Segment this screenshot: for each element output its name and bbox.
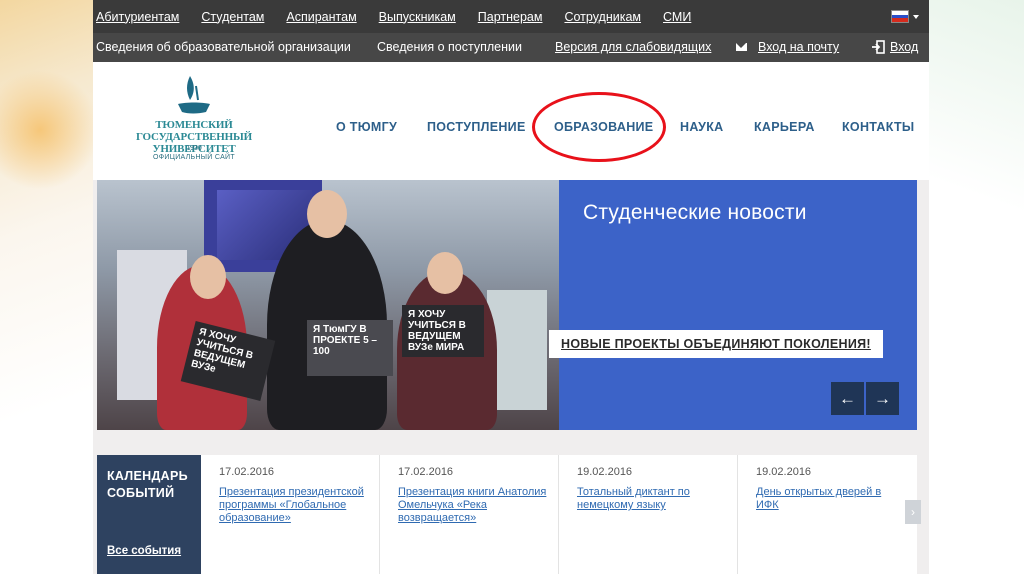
mail-login-link[interactable]: Вход на почту bbox=[758, 40, 839, 54]
news-headline-link[interactable]: НОВЫЕ ПРОЕКТЫ ОБЪЕДИНЯЮТ ПОКОЛЕНИЯ! bbox=[549, 330, 883, 358]
background-left bbox=[0, 0, 100, 574]
event-card: 19.02.2016 Тотальный диктант по немецком… bbox=[560, 455, 738, 574]
logo-subtitle: ОФИЦИАЛЬНЫЙ САЙТ bbox=[153, 154, 235, 161]
news-banner: Я ХОЧУ УЧИТЬСЯ В ВЕДУЩЕМ ВУЗе Я ТюмГУ В … bbox=[97, 180, 917, 430]
visually-impaired-link[interactable]: Версия для слабовидящих bbox=[555, 40, 711, 54]
background-right bbox=[929, 0, 1024, 574]
menu-partners[interactable]: Партнерам bbox=[478, 10, 543, 24]
event-link[interactable]: Презентация книги Анатолия Омельчука «Ре… bbox=[398, 486, 548, 525]
main-nav: О ТЮМГУ ПОСТУПЛЕНИЕ ОБРАЗОВАНИЕ НАУКА КА… bbox=[93, 120, 929, 140]
highlight-circle bbox=[532, 92, 666, 162]
events-calendar: КАЛЕНДАРЬ СОБЫТИЙ Все события bbox=[97, 455, 201, 574]
news-section-title: Студенческие новости bbox=[583, 201, 807, 224]
menu-graduates[interactable]: Выпускникам bbox=[379, 10, 456, 24]
event-date: 19.02.2016 bbox=[577, 466, 633, 478]
menu-students[interactable]: Студентам bbox=[201, 10, 264, 24]
photo-sign: Я ТюмГУ В ПРОЕКТЕ 5 – 100 bbox=[307, 320, 393, 376]
nav-admission[interactable]: ПОСТУПЛЕНИЕ bbox=[427, 120, 526, 134]
audience-menu: Абитуриентам Студентам Аспирантам Выпуск… bbox=[93, 0, 929, 33]
all-events-link[interactable]: Все события bbox=[107, 545, 181, 557]
nav-about[interactable]: О ТЮМГУ bbox=[336, 120, 397, 134]
info-bar: Сведения об образовательной организации … bbox=[93, 33, 929, 62]
event-date: 19.02.2016 bbox=[756, 466, 812, 478]
event-link[interactable]: Презентация президентской программы «Гло… bbox=[219, 486, 369, 525]
event-card: 17.02.2016 Презентация президентской про… bbox=[202, 455, 380, 574]
menu-media[interactable]: СМИ bbox=[663, 10, 691, 24]
menu-postgraduates[interactable]: Аспирантам bbox=[286, 10, 356, 24]
menu-applicants[interactable]: Абитуриентам bbox=[96, 10, 179, 24]
russian-flag-icon bbox=[891, 10, 909, 23]
slider-prev-button[interactable]: ← bbox=[831, 382, 864, 415]
event-date: 17.02.2016 bbox=[219, 466, 275, 478]
nav-contacts[interactable]: КОНТАКТЫ bbox=[842, 120, 914, 134]
mail-icon bbox=[736, 43, 747, 51]
logo-year: 1930 bbox=[186, 145, 202, 152]
ship-emblem-icon bbox=[178, 76, 210, 114]
events-next-button[interactable]: › bbox=[905, 500, 921, 524]
nav-career[interactable]: КАРЬЕРА bbox=[754, 120, 815, 134]
event-date: 17.02.2016 bbox=[398, 466, 454, 478]
nav-science[interactable]: НАУКА bbox=[680, 120, 724, 134]
calendar-title: КАЛЕНДАРЬ СОБЫТИЙ bbox=[107, 469, 188, 500]
slider-next-button[interactable]: → bbox=[866, 382, 899, 415]
org-info-link[interactable]: Сведения об образовательной организации bbox=[96, 40, 351, 54]
event-link[interactable]: Тотальный диктант по немецкому языку bbox=[577, 486, 727, 512]
login-link[interactable]: Вход bbox=[890, 40, 918, 54]
event-card: 19.02.2016 День открытых дверей в ИФК bbox=[739, 455, 917, 574]
language-selector[interactable] bbox=[891, 10, 919, 23]
event-link[interactable]: День открытых дверей в ИФК bbox=[756, 486, 906, 512]
event-card: 17.02.2016 Презентация книги Анатолия Ом… bbox=[381, 455, 559, 574]
chevron-down-icon bbox=[913, 14, 919, 19]
menu-staff[interactable]: Сотрудникам bbox=[564, 10, 641, 24]
site-header: ТЮМЕНСКИЙ ГОСУДАРСТВЕННЫЙ УНИВЕРСИТЕТ 19… bbox=[93, 62, 929, 180]
university-website: Абитуриентам Студентам Аспирантам Выпуск… bbox=[93, 0, 929, 574]
photo-sign: Я ХОЧУ УЧИТЬСЯ В ВЕДУЩЕМ ВУЗе МИРА bbox=[402, 305, 484, 357]
events-strip: КАЛЕНДАРЬ СОБЫТИЙ Все события 17.02.2016… bbox=[97, 455, 921, 574]
students-photo: Я ХОЧУ УЧИТЬСЯ В ВЕДУЩЕМ ВУЗе Я ТюмГУ В … bbox=[97, 180, 559, 430]
admission-info-link[interactable]: Сведения о поступлении bbox=[377, 40, 522, 54]
university-logo[interactable]: ТЮМЕНСКИЙ ГОСУДАРСТВЕННЫЙ УНИВЕРСИТЕТ 19… bbox=[101, 74, 287, 164]
login-icon bbox=[872, 40, 885, 54]
